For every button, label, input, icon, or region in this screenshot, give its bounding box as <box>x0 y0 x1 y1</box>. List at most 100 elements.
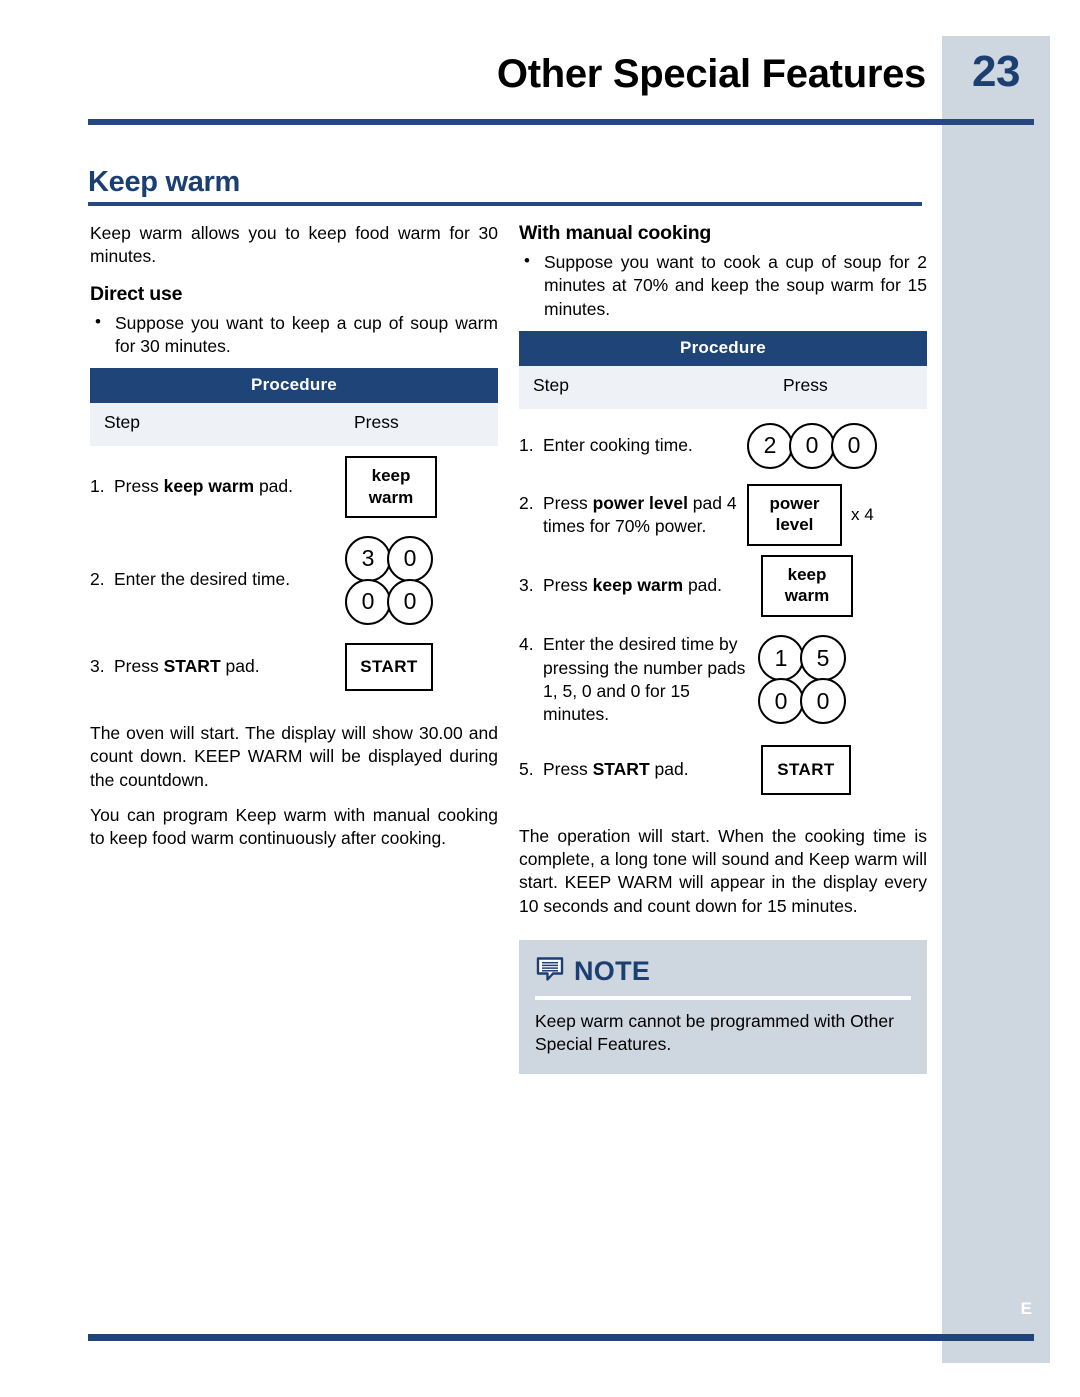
procedure-table-header: Procedure <box>90 368 498 404</box>
number-key[interactable]: 0 <box>789 422 835 469</box>
left-column: Keep warm allows you to keep food warm f… <box>90 222 498 862</box>
number-key[interactable]: 5 <box>800 635 846 682</box>
step-number: 4. <box>519 634 534 655</box>
step-text-emphasis: keep warm <box>163 476 255 497</box>
section-title: Keep warm <box>88 166 241 198</box>
step-number: 1. <box>519 435 534 456</box>
step-text-pre: Press <box>543 759 593 780</box>
number-key[interactable]: 3 <box>345 535 391 582</box>
table-row: 1. Enter cooking time. 2 0 0 <box>519 413 927 479</box>
step-description: 1. Enter cooking time. <box>519 434 747 457</box>
number-keypad-group: 1 5 0 0 <box>758 635 846 725</box>
pad-label-line1: power <box>769 494 820 514</box>
step-text: Enter the desired time. <box>114 569 291 590</box>
header-rule <box>88 119 1034 125</box>
procedure-column-headers: Step Press <box>519 365 927 409</box>
number-key[interactable]: 0 <box>387 535 433 582</box>
step-text: Press START pad. <box>543 758 747 781</box>
step-press-target: keep warm <box>345 456 498 518</box>
column-header-step: Step <box>533 374 569 395</box>
step-text-post: pad. <box>683 575 723 596</box>
step-press-target: 3 0 0 0 <box>345 535 498 625</box>
step-number: 2. <box>90 569 105 590</box>
section-underline <box>88 202 922 206</box>
step-text: Press power level pad 4 times for 70% po… <box>543 492 747 539</box>
table-row: 2. Press power level pad 4 times for 70%… <box>519 479 927 551</box>
number-key[interactable]: 2 <box>747 422 793 469</box>
footer-rule <box>88 1334 1034 1341</box>
step-press-target: power level x 4 <box>747 484 927 546</box>
pad-label-line1: keep <box>787 565 827 585</box>
keep-warm-pad[interactable]: keep warm <box>761 555 853 617</box>
note-divider <box>535 995 911 1000</box>
step-text: Press START pad. <box>114 655 345 678</box>
step-description: 3. Press START pad. <box>90 655 345 678</box>
left-paragraph-2: You can program Keep warm with manual co… <box>90 804 498 849</box>
press-count-multiplier: x 4 <box>851 504 874 524</box>
step-description: 4. Enter the desired time by pressing th… <box>519 633 747 726</box>
step-press-target: START <box>345 642 498 692</box>
note-bubble-icon <box>535 954 565 989</box>
step-press-target: 1 5 0 0 <box>747 635 927 725</box>
step-press-target: 2 0 0 <box>747 422 927 469</box>
step-text: Enter cooking time. <box>543 435 693 456</box>
table-row: 3. Press keep warm pad. keep warm <box>519 551 927 621</box>
step-number: 2. <box>519 492 534 513</box>
pad-label-line2: warm <box>368 487 414 507</box>
number-key[interactable]: 1 <box>758 635 804 682</box>
keypad-row: 2 0 0 <box>747 422 877 469</box>
step-text-emphasis: START <box>592 759 650 780</box>
page-number: 23 <box>972 47 1020 96</box>
keypad-row: 1 5 <box>758 635 846 682</box>
number-key[interactable]: 0 <box>800 678 846 725</box>
step-text-emphasis: power level <box>592 492 688 513</box>
number-key[interactable]: 0 <box>758 678 804 725</box>
number-key[interactable]: 0 <box>387 578 433 625</box>
left-bullet-list: Suppose you want to keep a cup of soup w… <box>90 311 498 359</box>
procedure-table-manual-cooking: Procedure Step Press 1. Enter cooking ti… <box>519 330 927 801</box>
pad-label-line2: level <box>775 515 814 535</box>
column-header-step: Step <box>104 412 140 433</box>
subheading-with-manual-cooking: With manual cooking <box>519 222 712 244</box>
table-row: 2. Enter the desired time. 3 0 0 0 <box>90 524 498 636</box>
number-keypad-group: 2 0 0 <box>747 422 877 469</box>
table-row: 3. Press START pad. START <box>90 636 498 698</box>
subheading-direct-use: Direct use <box>90 282 183 305</box>
step-text: Enter the desired time by pressing the n… <box>543 634 746 725</box>
step-description: 2. Enter the desired time. <box>90 568 345 591</box>
note-title: NOTE <box>574 955 651 986</box>
step-text: Press keep warm pad. <box>543 574 747 597</box>
step-text-pre: Press <box>114 656 164 677</box>
power-level-pad[interactable]: power level <box>747 484 842 546</box>
step-text-emphasis: START <box>163 656 221 677</box>
left-paragraph-1: The oven will start. The display will sh… <box>90 723 498 790</box>
chapter-title: Other Special Features <box>496 52 926 96</box>
step-text-post: pad. <box>254 476 294 497</box>
step-press-target: keep warm <box>747 555 927 617</box>
step-description: 1. Press keep warm pad. <box>90 475 345 498</box>
step-number: 5. <box>519 759 534 780</box>
step-text-post: pad. <box>649 759 689 780</box>
section-intro-paragraph: Keep warm allows you to keep food warm f… <box>90 223 498 267</box>
keypad-row: 0 0 <box>345 578 433 625</box>
right-column: With manual cooking Suppose you want to … <box>519 222 927 1075</box>
step-description: 2. Press power level pad 4 times for 70%… <box>519 492 747 539</box>
step-number: 3. <box>519 575 534 596</box>
section-heading: Keep warm <box>88 168 922 206</box>
column-header-press: Press <box>783 374 828 395</box>
start-pad[interactable]: START <box>345 642 433 692</box>
keep-warm-pad[interactable]: keep warm <box>345 456 437 518</box>
table-row: 1. Press keep warm pad. keep warm <box>90 450 498 524</box>
start-pad[interactable]: START <box>761 744 851 795</box>
number-key[interactable]: 0 <box>345 578 391 625</box>
note-header: NOTE <box>535 954 911 989</box>
table-row: 5. Press START pad. START <box>519 739 927 801</box>
list-item: Suppose you want to cook a cup of soup f… <box>519 250 927 321</box>
step-text-pre: Press <box>114 476 164 497</box>
step-description: 3. Press keep warm pad. <box>519 574 747 597</box>
keypad-row: 3 0 <box>345 535 433 582</box>
number-key[interactable]: 0 <box>831 422 877 469</box>
page-edge-tab <box>942 36 1050 1363</box>
step-text-pre: Press <box>543 575 593 596</box>
procedure-table-direct-use: Procedure Step Press 1. Press keep warm … <box>90 368 498 698</box>
